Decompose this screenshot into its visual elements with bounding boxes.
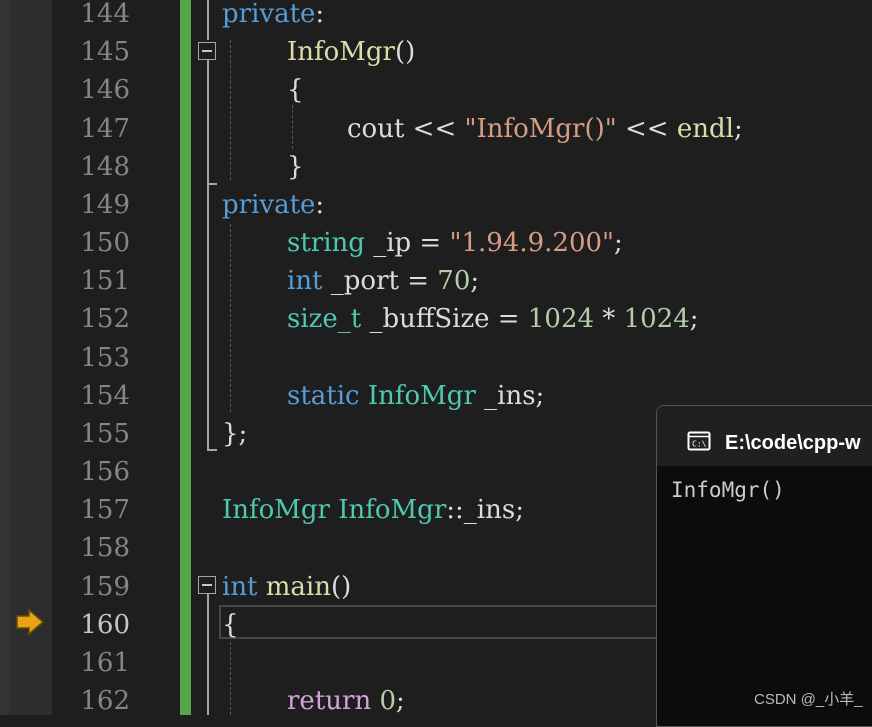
fold-line	[207, 184, 209, 450]
line-number: 150	[80, 228, 130, 258]
line-number: 155	[80, 419, 130, 449]
code-line-148[interactable]: }	[287, 148, 304, 186]
terminal-icon: C:\	[687, 431, 711, 451]
indent-guide	[230, 642, 231, 715]
console-titlebar[interactable]: C:\ E:\code\cpp-w	[657, 406, 872, 466]
number-literal: 70	[437, 266, 471, 296]
function-name: InfoMgr	[287, 37, 395, 67]
identifier: _ip =	[364, 228, 450, 258]
fold-line	[207, 0, 209, 40]
line-number: 151	[80, 266, 130, 296]
code-line-149[interactable]: private:	[222, 186, 324, 224]
punctuation: {	[287, 75, 304, 105]
line-number-gutter: 144 145 146 147 148 149 150 151 152 153 …	[52, 0, 178, 716]
code-line-146[interactable]: {	[287, 71, 304, 109]
code-line-147[interactable]: cout << "InfoMgr()" << endl;	[347, 110, 743, 148]
line-number: 146	[80, 75, 130, 105]
punctuation: };	[222, 419, 248, 449]
punctuation: {	[222, 610, 239, 640]
line-number: 148	[80, 152, 130, 182]
indent-guide	[230, 224, 231, 412]
code-line-151[interactable]: int _port = 70;	[287, 262, 479, 300]
line-number: 159	[80, 572, 130, 602]
code-line-154[interactable]: static InfoMgr _ins;	[287, 377, 544, 415]
line-number: 147	[80, 114, 130, 144]
number-literal: 1024	[527, 304, 595, 334]
code-line-144[interactable]: private:	[222, 0, 324, 33]
code-line-150[interactable]: string _ip = "1.94.9.200";	[287, 224, 623, 262]
code-line-160[interactable]: {	[222, 606, 239, 644]
console-output: InfoMgr()	[671, 478, 785, 502]
fold-line	[207, 60, 209, 184]
indent-guide	[230, 40, 231, 180]
keyword: static	[287, 381, 360, 411]
fold-line	[207, 183, 217, 185]
type-name: InfoMgr	[222, 495, 330, 525]
console-window[interactable]: C:\ E:\code\cpp-w InfoMgr()	[656, 405, 872, 727]
line-number: 162	[80, 686, 130, 716]
fold-line	[207, 449, 217, 451]
code-line-162[interactable]: return 0;	[287, 682, 405, 720]
punctuation: ;	[614, 228, 623, 258]
code-line-145[interactable]: InfoMgr()	[287, 33, 415, 71]
identifier: endl	[676, 114, 734, 144]
type-name: InfoMgr	[367, 381, 476, 411]
punctuation: ;	[689, 304, 699, 334]
identifier: _port =	[322, 266, 438, 296]
punctuation: }	[287, 152, 304, 182]
indent-guide	[292, 105, 293, 149]
svg-text:C:\: C:\	[692, 440, 707, 449]
line-number: 156	[80, 457, 130, 487]
identifier: cout	[347, 114, 405, 144]
identifier: ::_ins;	[446, 495, 524, 525]
type-name: size_t	[287, 304, 362, 334]
line-number: 153	[80, 343, 130, 373]
punctuation: ()	[395, 37, 416, 67]
console-title: E:\code\cpp-w	[725, 432, 861, 454]
operator: <<	[616, 114, 677, 144]
code-line-157[interactable]: InfoMgr InfoMgr::_ins;	[222, 491, 524, 529]
punctuation: ()	[331, 572, 352, 602]
watermark: CSDN @_小羊_	[754, 691, 863, 708]
operator: <<	[404, 114, 465, 144]
keyword: private	[222, 0, 316, 29]
line-number: 145	[80, 37, 130, 67]
current-statement-arrow-icon	[16, 608, 45, 636]
number-literal: 1024	[623, 304, 690, 334]
punctuation: ;	[733, 114, 743, 144]
string-literal: "InfoMgr()"	[464, 114, 617, 144]
change-tracking-bar	[180, 0, 191, 715]
fold-line	[207, 594, 209, 715]
keyword: return	[287, 686, 372, 716]
line-number: 144	[80, 0, 130, 29]
punctuation: :	[315, 190, 325, 220]
line-number-current: 160	[80, 610, 130, 640]
punctuation: ;	[396, 686, 405, 716]
code-line-152[interactable]: size_t _buffSize = 1024 * 1024;	[287, 300, 699, 338]
line-number: 154	[80, 381, 130, 411]
line-number: 157	[80, 495, 130, 525]
code-line-159[interactable]: int main()	[222, 568, 351, 606]
punctuation: :	[315, 0, 325, 29]
identifier: _buffSize =	[361, 304, 528, 334]
number-literal: 0	[379, 686, 396, 716]
punctuation: ;	[470, 266, 480, 296]
collapse-icon[interactable]	[198, 42, 216, 60]
type-name: string	[287, 228, 365, 258]
line-number: 152	[80, 304, 130, 334]
line-number: 149	[80, 190, 130, 220]
function-name: main	[265, 572, 331, 602]
collapse-icon[interactable]	[198, 576, 216, 594]
keyword: private	[222, 190, 316, 220]
keyword: int	[222, 572, 258, 602]
keyword: int	[287, 266, 323, 296]
type-name: InfoMgr	[338, 495, 447, 525]
code-line-155[interactable]: };	[222, 415, 247, 453]
line-number: 158	[80, 533, 130, 563]
line-number: 161	[80, 648, 130, 678]
identifier: _ins;	[475, 381, 545, 411]
string-literal: "1.94.9.200"	[449, 228, 614, 258]
current-line-highlight	[219, 605, 679, 639]
operator: *	[594, 304, 624, 334]
